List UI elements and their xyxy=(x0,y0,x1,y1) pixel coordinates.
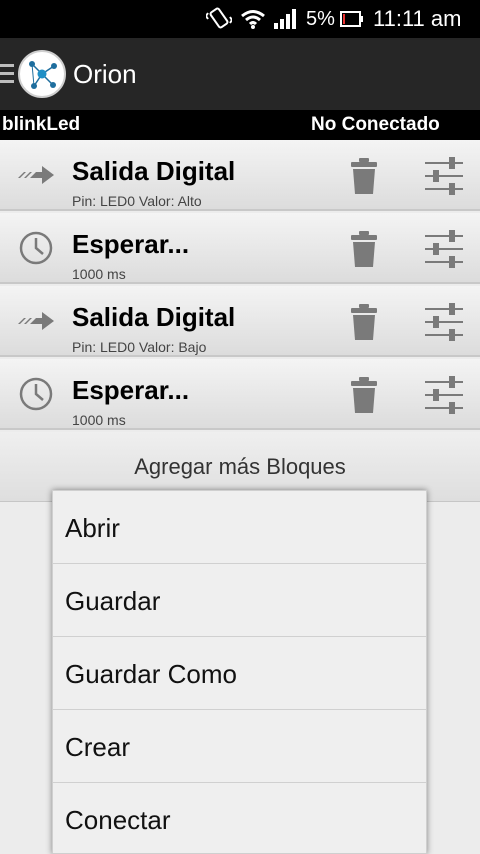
trash-icon[interactable] xyxy=(346,302,382,342)
block-row[interactable]: Esperar... 1000 ms xyxy=(0,213,480,284)
project-name: blinkLed xyxy=(2,114,81,135)
settings-sliders-icon[interactable] xyxy=(423,302,465,342)
block-title: Esperar... xyxy=(72,229,190,259)
clock-time: 11:11 am xyxy=(373,6,462,31)
trash-icon[interactable] xyxy=(346,229,382,269)
menu-item-abrir[interactable]: Abrir xyxy=(53,491,426,564)
block-subtitle: 1000 ms xyxy=(72,266,126,282)
arrow-icon xyxy=(16,303,56,339)
app-logo-icon[interactable] xyxy=(18,50,66,98)
add-blocks-label: Agregar más Bloques xyxy=(134,454,346,479)
menu-item-label: Conectar xyxy=(65,805,171,835)
block-subtitle: 1000 ms xyxy=(72,412,126,428)
block-row[interactable]: Salida Digital Pin: LED0 Valor: Alto xyxy=(0,140,480,211)
popup-menu: Abrir Guardar Guardar Como Crear Conecta… xyxy=(52,490,427,854)
project-bar: blinkLed No Conectado xyxy=(0,110,480,140)
settings-sliders-icon[interactable] xyxy=(423,375,465,415)
wifi-icon xyxy=(240,0,266,38)
menu-item-crear[interactable]: Crear xyxy=(53,710,426,783)
action-bar: Orion xyxy=(0,38,480,110)
block-title: Salida Digital xyxy=(72,302,236,332)
block-row[interactable]: Salida Digital Pin: LED0 Valor: Bajo xyxy=(0,286,480,357)
menu-item-label: Guardar xyxy=(65,586,161,616)
block-title: Salida Digital xyxy=(72,156,236,186)
menu-item-label: Crear xyxy=(65,732,131,762)
menu-icon[interactable] xyxy=(0,64,14,86)
arrow-icon xyxy=(16,157,56,193)
menu-item-conectar[interactable]: Conectar xyxy=(53,783,426,854)
menu-item-label: Guardar Como xyxy=(65,659,237,689)
trash-icon[interactable] xyxy=(346,156,382,196)
status-bar: 5% 11:11 am xyxy=(0,0,480,38)
menu-item-guardar[interactable]: Guardar xyxy=(53,564,426,637)
block-title: Esperar... xyxy=(72,375,190,405)
block-subtitle: Pin: LED0 Valor: Bajo xyxy=(72,339,207,355)
trash-icon[interactable] xyxy=(346,375,382,415)
menu-item-label: Abrir xyxy=(65,513,120,543)
menu-item-guardar-como[interactable]: Guardar Como xyxy=(53,637,426,710)
block-subtitle: Pin: LED0 Valor: Alto xyxy=(72,193,202,209)
battery-percent: 5% xyxy=(306,7,335,30)
settings-sliders-icon[interactable] xyxy=(423,229,465,269)
app-title: Orion xyxy=(73,58,137,89)
clock-icon xyxy=(16,376,56,412)
connection-status: No Conectado xyxy=(311,114,440,135)
battery-icon xyxy=(340,0,364,38)
signal-icon xyxy=(273,0,299,38)
vibrate-icon xyxy=(206,0,232,38)
settings-sliders-icon[interactable] xyxy=(423,156,465,196)
clock-icon xyxy=(16,230,56,266)
block-row[interactable]: Esperar... 1000 ms xyxy=(0,359,480,430)
